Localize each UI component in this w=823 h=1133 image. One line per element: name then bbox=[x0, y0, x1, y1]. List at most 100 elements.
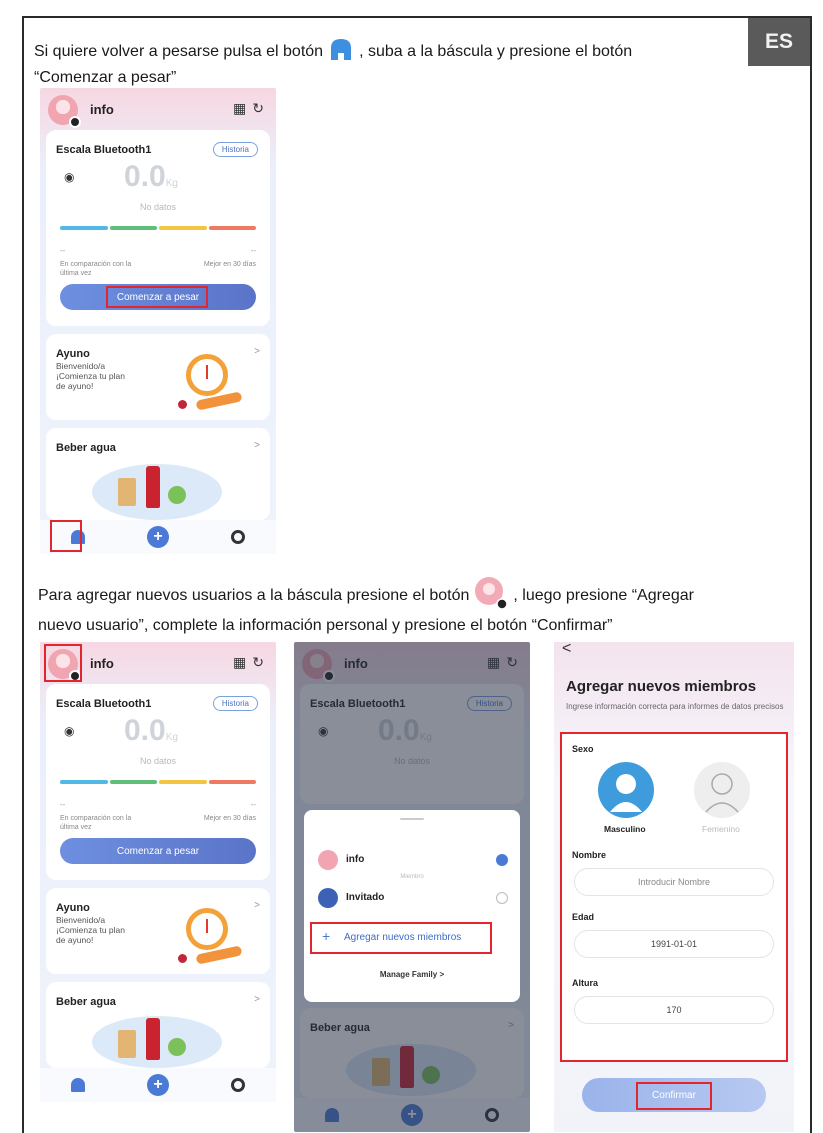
coconut-illustration bbox=[168, 1038, 186, 1056]
bottom-nav: + bbox=[40, 1068, 276, 1102]
bar-segment-red bbox=[208, 780, 256, 784]
cola-bottle-illustration bbox=[146, 1018, 160, 1060]
bar-segment-green bbox=[109, 780, 157, 784]
male-avatar-icon[interactable] bbox=[598, 762, 654, 818]
compare-right-value: -- bbox=[250, 800, 256, 809]
settings-icon[interactable] bbox=[231, 1078, 245, 1092]
start-weighing-button[interactable]: Comenzar a pesar bbox=[60, 838, 256, 864]
member-name: Invitado bbox=[346, 892, 385, 903]
manage-family-link[interactable]: Manage Family > bbox=[304, 970, 520, 979]
highlight-start-button bbox=[106, 286, 208, 308]
sex-label: Sexo bbox=[572, 744, 594, 754]
user-name: info bbox=[90, 102, 114, 117]
history-button[interactable]: Historia bbox=[212, 696, 258, 711]
fasting-title: Ayuno bbox=[56, 902, 90, 914]
bar-segment-blue bbox=[60, 780, 108, 784]
user-name: info bbox=[90, 656, 114, 671]
highlight-add-members bbox=[310, 922, 492, 954]
bmi-color-bar bbox=[60, 226, 256, 230]
cherry-illustration bbox=[178, 400, 187, 409]
add-icon[interactable]: + bbox=[147, 526, 169, 548]
user-avatar[interactable] bbox=[48, 95, 81, 128]
add-icon[interactable]: + bbox=[147, 1074, 169, 1096]
chevron-right-icon: > bbox=[254, 440, 260, 451]
bar-segment-yellow bbox=[159, 226, 207, 230]
compare-left-label: En comparación con la última vez bbox=[60, 815, 132, 831]
phone-screen-add-member: < Agregar nuevos miembros Ingrese inform… bbox=[554, 642, 794, 1132]
manage-family-label: Manage Family bbox=[379, 970, 438, 979]
avatar-badge bbox=[69, 116, 81, 128]
fasting-card[interactable]: Ayuno Bienvenido/a ¡Comienza tu plan de … bbox=[46, 888, 270, 974]
app-header: info ▦↻ bbox=[40, 88, 276, 128]
bar-segment-green bbox=[109, 226, 157, 230]
male-label: Masculino bbox=[604, 824, 646, 834]
compare-right-label: Mejor en 30 días bbox=[203, 815, 256, 822]
instruction-1-text-b: , suba a la báscula y presione el botón bbox=[359, 43, 633, 61]
chevron-right-icon: > bbox=[254, 900, 260, 911]
bar-segment-yellow bbox=[159, 780, 207, 784]
form-subtitle: Ingrese información correcta para inform… bbox=[566, 702, 784, 711]
female-avatar-icon[interactable] bbox=[694, 762, 750, 818]
fasting-title: Ayuno bbox=[56, 348, 90, 360]
highlight-home-button bbox=[50, 520, 82, 552]
eye-icon[interactable]: ◉ bbox=[64, 724, 74, 738]
water-title: Beber agua bbox=[56, 442, 116, 454]
scale-card: Escala Bluetooth1 Historia ◉ 0.0Kg No da… bbox=[46, 130, 270, 326]
back-arrow-icon[interactable]: < bbox=[562, 642, 571, 658]
scale-card: Escala Bluetooth1 Historia ◉ 0.0Kg No da… bbox=[46, 684, 270, 880]
no-data-label: No datos bbox=[139, 756, 177, 766]
compare-left-value: -- bbox=[60, 246, 66, 255]
height-input[interactable]: 170 bbox=[574, 996, 774, 1024]
instruction-frame: ES Si quiere volver a pesarse pulsa el b… bbox=[22, 16, 812, 1133]
user-avatar-icon bbox=[474, 576, 509, 616]
name-label: Nombre bbox=[572, 850, 607, 860]
instruction-2-text-a: Para agregar nuevos usuarios a la báscul… bbox=[38, 587, 470, 605]
weight-unit: Kg bbox=[165, 732, 178, 743]
home-icon[interactable] bbox=[71, 1078, 85, 1092]
scale-name: Escala Bluetooth1 bbox=[56, 698, 152, 710]
header-tools-icons[interactable]: ▦↻ bbox=[233, 654, 270, 671]
form-card: Sexo Masculino Femenino Nombre Introduci… bbox=[560, 732, 788, 1062]
phone-screen-home-2: info ▦↻ Escala Bluetooth1 Historia ◉ 0.0… bbox=[40, 642, 276, 1102]
fasting-card[interactable]: Ayuno Bienvenido/a ¡Comienza tu plan de … bbox=[46, 334, 270, 420]
bar-segment-red bbox=[208, 226, 256, 230]
compare-right-value: -- bbox=[250, 246, 256, 255]
member-row-info[interactable]: info bbox=[304, 848, 520, 874]
water-card[interactable]: Beber agua > bbox=[46, 982, 270, 1068]
weight-number: 0.0 bbox=[124, 160, 166, 193]
coconut-illustration bbox=[168, 486, 186, 504]
name-input[interactable]: Introducir Nombre bbox=[574, 868, 774, 896]
sheet-handle[interactable] bbox=[400, 818, 424, 820]
water-title: Beber agua bbox=[56, 996, 116, 1008]
eye-icon[interactable]: ◉ bbox=[64, 170, 74, 184]
member-row-guest[interactable]: Invitado bbox=[304, 886, 520, 912]
member-avatar bbox=[318, 850, 338, 870]
member-avatar bbox=[318, 888, 338, 908]
header-tools-icons[interactable]: ▦↻ bbox=[233, 100, 270, 117]
fasting-text: Bienvenido/a ¡Comienza tu plan de ayuno! bbox=[56, 915, 125, 945]
member-sheet: info Miembro Invitado + Agregar nuevos m… bbox=[304, 810, 520, 1002]
scale-name: Escala Bluetooth1 bbox=[56, 144, 152, 156]
highlight-avatar bbox=[44, 644, 82, 682]
check-unselected-icon[interactable] bbox=[496, 892, 508, 904]
weight-unit: Kg bbox=[165, 178, 178, 189]
compare-right-label: Mejor en 30 días bbox=[203, 261, 256, 268]
chevron-right-icon: > bbox=[254, 346, 260, 357]
history-button[interactable]: Historia bbox=[212, 142, 258, 157]
cola-bottle-illustration bbox=[146, 466, 160, 508]
form-title: Agregar nuevos miembros bbox=[566, 678, 757, 695]
compare-left-value: -- bbox=[60, 800, 66, 809]
member-name: info bbox=[346, 854, 365, 865]
weight-value: 0.0Kg bbox=[124, 714, 178, 748]
phone-screen-home: info ▦↻ Escala Bluetooth1 Historia ◉ 0.0… bbox=[40, 88, 276, 554]
home-icon bbox=[328, 36, 354, 68]
height-label: Altura bbox=[572, 978, 599, 988]
check-selected-icon[interactable] bbox=[496, 854, 508, 866]
instruction-2: Para agregar nuevos usuarios a la báscul… bbox=[38, 576, 798, 636]
cherry-illustration bbox=[178, 954, 187, 963]
instruction-1: Si quiere volver a pesarse pulsa el botó… bbox=[34, 36, 724, 88]
settings-icon[interactable] bbox=[231, 530, 245, 544]
bmi-color-bar bbox=[60, 780, 256, 784]
age-input[interactable]: 1991-01-01 bbox=[574, 930, 774, 958]
water-card[interactable]: Beber agua > bbox=[46, 428, 270, 520]
